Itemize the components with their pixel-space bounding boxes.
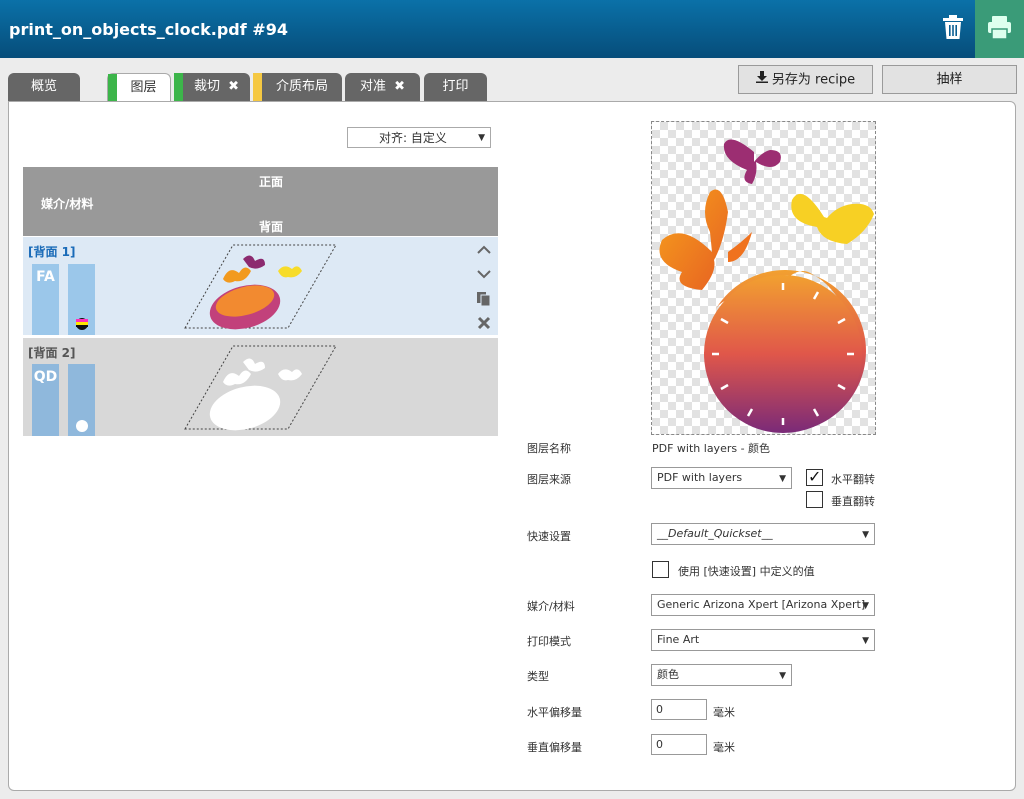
trash-icon: [943, 15, 963, 39]
layer-name-label: 图层名称: [527, 442, 571, 455]
use-quickset-label: 使用 [快速设置] 中定义的值: [678, 565, 815, 578]
layer-code: FA: [36, 269, 55, 285]
tab-print[interactable]: 打印: [424, 73, 487, 101]
v-offset-label: 垂直偏移量: [527, 741, 582, 754]
chevron-down-icon: ▼: [862, 636, 869, 646]
sample-button[interactable]: 抽样: [882, 65, 1017, 94]
layer-name-value: PDF with layers - 颜色: [652, 442, 771, 455]
title-bar: print_on_objects_clock.pdf #94: [0, 0, 1024, 58]
download-icon: [755, 66, 768, 94]
type-label: 类型: [527, 670, 549, 683]
print-mode-dropdown[interactable]: Fine Art ▼: [651, 629, 875, 651]
layer-row[interactable]: [背面 2] QD: [23, 338, 498, 436]
printer-icon: [988, 16, 1011, 40]
layer-source-value: PDF with layers: [657, 471, 743, 484]
delete-layer-button[interactable]: [475, 314, 493, 332]
layer-source-label: 图层来源: [527, 473, 571, 486]
type-dropdown[interactable]: 颜色 ▼: [651, 664, 792, 686]
print-mode-label: 打印模式: [527, 635, 571, 648]
delete-button[interactable]: [934, 8, 972, 48]
tab-media-layout-label: 介质布局: [275, 79, 328, 94]
quickset-label: 快速设置: [527, 530, 571, 543]
align-dropdown[interactable]: 对齐: 自定义 ▼: [347, 127, 491, 148]
tab-print-label: 打印: [442, 79, 469, 94]
print-mode-value: Fine Art: [657, 633, 700, 646]
layer-thumbnail: [184, 244, 337, 330]
layer-preview: [651, 121, 876, 435]
white-ink-icon: [76, 420, 88, 432]
cmyk-ink-icon: [76, 318, 88, 330]
layer-media-bar: QD: [32, 364, 59, 436]
layer-thumbnail: [184, 345, 337, 431]
copy-icon: [477, 292, 491, 307]
quickset-dropdown[interactable]: __Default_Quickset__ ▼: [651, 523, 875, 545]
status-stripe: [253, 73, 262, 101]
chevron-down-icon: ▼: [779, 474, 786, 484]
flip-horizontal-label: 水平翻转: [831, 473, 875, 486]
checkmark-icon: ✓: [808, 467, 822, 486]
print-button[interactable]: [975, 0, 1024, 58]
layer-ink-bar: [68, 264, 95, 335]
tab-media-layout[interactable]: 介质布局: [253, 73, 342, 101]
chevron-down-icon: [477, 270, 491, 279]
v-offset-unit: 毫米: [713, 741, 735, 754]
sample-label: 抽样: [936, 72, 963, 87]
chevron-down-icon: ▼: [478, 133, 485, 143]
preview-image: [659, 139, 874, 433]
tab-overview[interactable]: 概览: [8, 73, 80, 101]
status-stripe: [174, 73, 183, 101]
back-label: 背面: [259, 220, 284, 234]
type-value: 颜色: [657, 668, 679, 681]
media-value: Generic Arizona Xpert [Arizona Xpert]: [657, 598, 866, 611]
flip-vertical-checkbox[interactable]: [806, 491, 823, 508]
media-dropdown[interactable]: Generic Arizona Xpert [Arizona Xpert] ▼: [651, 594, 875, 616]
layer-source-dropdown[interactable]: PDF with layers ▼: [651, 467, 792, 489]
tab-crop[interactable]: 裁切 ✖: [174, 73, 250, 101]
move-up-button[interactable]: [475, 241, 493, 259]
use-quickset-checkbox[interactable]: [652, 561, 669, 578]
layer-label: [背面 2]: [28, 346, 76, 360]
error-x-icon: ✖: [228, 79, 240, 94]
chevron-down-icon: ▼: [862, 601, 869, 611]
save-recipe-button[interactable]: 另存为 recipe: [738, 65, 873, 94]
page-title: print_on_objects_clock.pdf #94: [9, 20, 288, 39]
flip-vertical-label: 垂直翻转: [831, 495, 875, 508]
chevron-up-icon: [477, 245, 491, 254]
close-icon: [477, 316, 491, 330]
v-offset-value: 0: [656, 738, 663, 751]
h-offset-label: 水平偏移量: [527, 706, 582, 719]
chevron-down-icon: ▼: [862, 530, 869, 540]
status-stripe: [108, 74, 117, 103]
layer-code: QD: [33, 369, 58, 385]
tab-overview-label: 概览: [30, 79, 57, 94]
quickset-value: __Default_Quickset__: [657, 527, 773, 540]
save-recipe-label: 另存为 recipe: [771, 72, 856, 88]
error-x-icon: ✖: [394, 79, 406, 94]
layer-ink-bar: [68, 364, 95, 436]
layer-media-bar: FA: [32, 264, 59, 335]
media-label: 媒介/材料: [41, 197, 94, 211]
media-label: 媒介/材料: [527, 600, 575, 613]
tab-alignment[interactable]: 对准 ✖: [345, 73, 420, 101]
h-offset-input[interactable]: 0: [651, 699, 707, 720]
flip-horizontal-checkbox[interactable]: ✓: [806, 467, 823, 486]
front-label: 正面: [259, 175, 284, 189]
tab-layers-label: 图层: [130, 80, 157, 95]
chevron-down-icon: ▼: [779, 671, 786, 681]
layer-label: [背面 1]: [28, 245, 76, 259]
align-value: 对齐: 自定义: [379, 131, 447, 145]
h-offset-unit: 毫米: [713, 706, 735, 719]
h-offset-value: 0: [656, 703, 663, 716]
layer-row[interactable]: [背面 1] FA: [23, 237, 498, 335]
layers-header: 正面 媒介/材料 背面: [23, 167, 498, 236]
tab-crop-label: 裁切: [193, 79, 220, 94]
move-down-button[interactable]: [475, 265, 493, 283]
copy-layer-button[interactable]: [475, 290, 493, 308]
v-offset-input[interactable]: 0: [651, 734, 707, 755]
tab-alignment-label: 对准: [359, 79, 386, 94]
tab-layers[interactable]: 图层: [107, 73, 171, 103]
